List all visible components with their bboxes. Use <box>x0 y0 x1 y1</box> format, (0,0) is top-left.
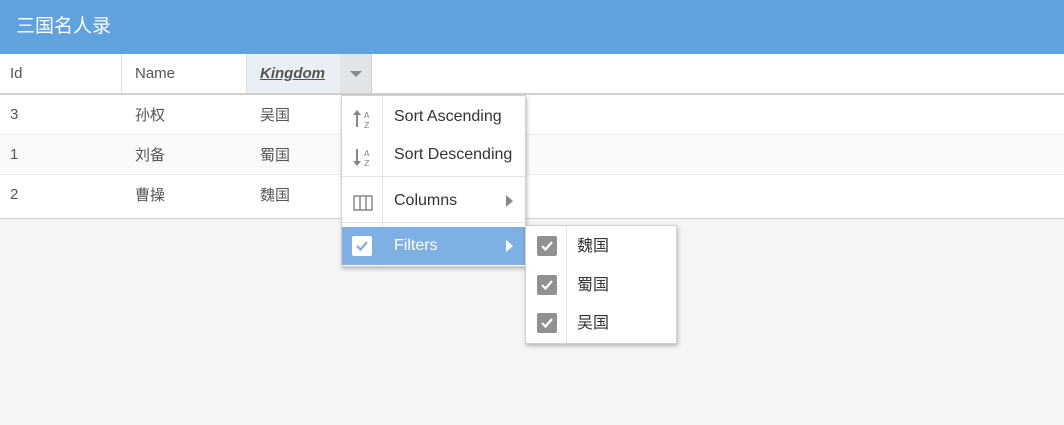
chevron-down-icon <box>350 71 362 77</box>
panel-title: 三国名人录 <box>0 0 1064 54</box>
menu-item-sort-ascending[interactable]: A Z Sort Ascending <box>342 98 525 136</box>
cell-id: 3 <box>10 106 19 123</box>
cell-name: 刘备 <box>135 146 166 164</box>
sort-ascending-icon: A Z <box>352 107 374 130</box>
columns-icon <box>352 191 374 213</box>
cell-name: 曹操 <box>135 186 166 204</box>
filter-option[interactable]: 吴国 <box>526 304 676 342</box>
column-header-row: Id Name Kingdom <box>0 54 1064 95</box>
menu-item-label: Sort Descending <box>394 146 513 163</box>
checkbox-checked-icon[interactable] <box>537 275 557 295</box>
sort-descending-icon: A Z <box>352 145 374 168</box>
filter-option[interactable]: 魏国 <box>526 227 676 265</box>
svg-text:Z: Z <box>364 159 370 168</box>
table-row[interactable]: 3 孙权 吴国 <box>0 95 1064 135</box>
table-row[interactable]: 2 曹操 魏国 <box>0 175 1064 215</box>
column-header-kingdom[interactable]: Kingdom <box>247 54 341 93</box>
chevron-right-icon <box>506 240 513 252</box>
filter-option-label: 蜀国 <box>577 275 610 294</box>
filter-option-label: 吴国 <box>577 313 610 332</box>
checkbox-checked-icon[interactable] <box>537 236 557 256</box>
filter-option-label: 魏国 <box>577 236 610 255</box>
menu-item-label: Filters <box>394 237 438 254</box>
column-menu-trigger[interactable] <box>341 54 372 93</box>
cell-id: 2 <box>10 186 19 203</box>
svg-text:Z: Z <box>364 121 370 130</box>
cell-kingdom: 蜀国 <box>260 146 291 164</box>
cell-name: 孙权 <box>135 106 166 124</box>
filter-option[interactable]: 蜀国 <box>526 266 676 304</box>
cell-kingdom: 魏国 <box>260 186 291 204</box>
menu-item-columns[interactable]: Columns <box>342 182 525 220</box>
cell-id: 1 <box>10 146 19 163</box>
chevron-right-icon <box>506 195 513 207</box>
menu-item-filters[interactable]: Filters <box>342 227 525 265</box>
column-menu: A Z Sort Ascending A Z Sort Descending C… <box>341 95 526 267</box>
svg-text:A: A <box>364 149 370 158</box>
menu-divider <box>342 222 525 223</box>
data-grid: Id Name Kingdom 3 孙权 吴国 1 刘备 蜀国 2 曹操 魏国 <box>0 54 1064 219</box>
checkbox-checked-icon[interactable] <box>537 313 557 333</box>
column-header-name[interactable]: Name <box>122 54 247 93</box>
cell-kingdom: 吴国 <box>260 106 291 124</box>
menu-item-label: Columns <box>394 192 458 209</box>
menu-item-sort-descending[interactable]: A Z Sort Descending <box>342 136 525 174</box>
checkbox-checked-icon <box>352 236 374 258</box>
table-row[interactable]: 1 刘备 蜀国 <box>0 135 1064 175</box>
svg-text:A: A <box>364 111 370 120</box>
menu-item-label: Sort Ascending <box>394 108 502 125</box>
column-header-id[interactable]: Id <box>0 54 122 93</box>
filter-submenu: 魏国 蜀国 吴国 <box>525 225 677 344</box>
menu-divider <box>342 176 525 177</box>
